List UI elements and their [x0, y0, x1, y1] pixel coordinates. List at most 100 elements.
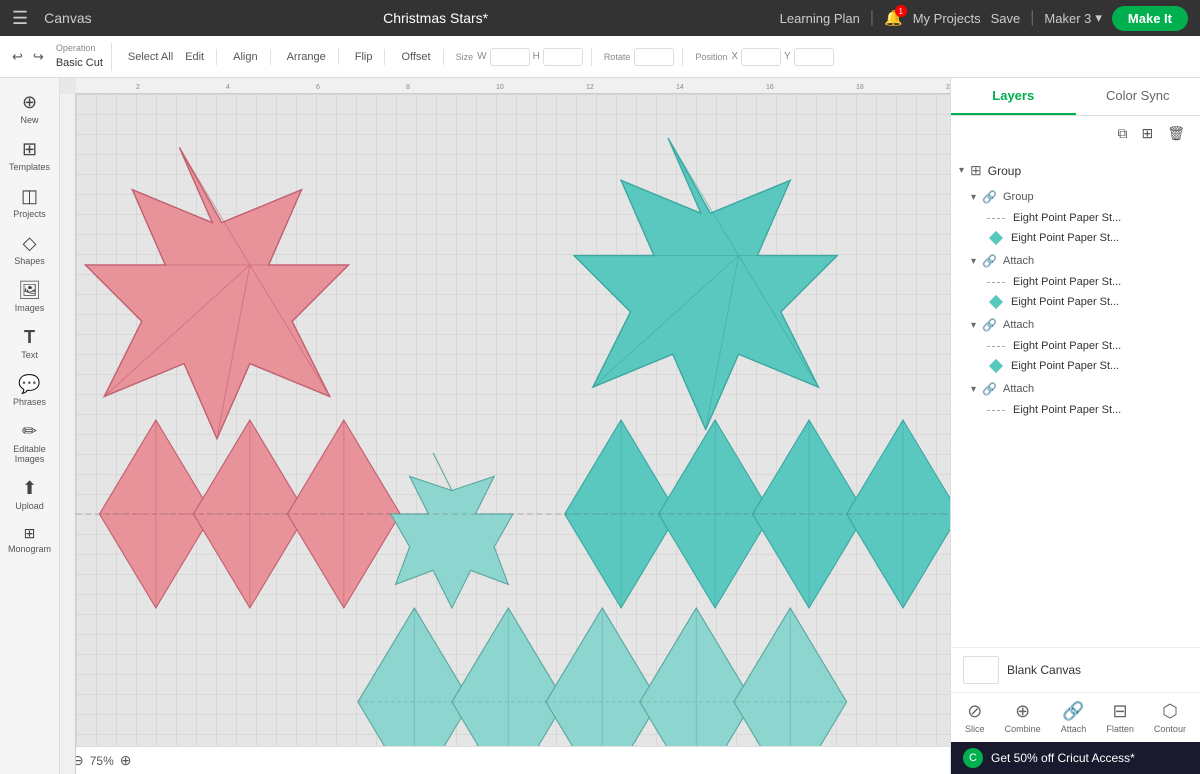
layer-item-label-2-2: Eight Point Paper St... [1011, 296, 1119, 308]
sidebar-item-shapes[interactable]: ◇ Shapes [4, 227, 56, 272]
select-all-section: Select All Edit [124, 49, 217, 65]
sidebar-item-text[interactable]: T Text [4, 321, 56, 366]
redo-button[interactable]: ↪ [29, 47, 48, 67]
align-button[interactable]: Align [229, 49, 261, 65]
layer-item-label-3-2: Eight Point Paper St... [1011, 360, 1119, 372]
sidebar-item-projects[interactable]: ◫ Projects [4, 180, 56, 225]
attach-header-4[interactable]: ▾ 🔗 Attach [951, 378, 1200, 400]
layer-item-4-1[interactable]: Eight Point Paper St... [951, 400, 1200, 420]
sidebar-item-monogram[interactable]: ⊞ Monogram [4, 519, 56, 560]
toolbar: ↩ ↪ Operation Basic Cut Select All Edit … [0, 36, 1200, 78]
ruler-top: 2 4 6 8 10 12 14 16 18 20 [76, 78, 950, 94]
tab-color-sync[interactable]: Color Sync [1076, 78, 1200, 115]
attach-header-3[interactable]: ▾ 🔗 Attach [951, 314, 1200, 336]
promo-banner[interactable]: C Get 50% off Cricut Access* [951, 742, 1200, 774]
sidebar-item-phrases[interactable]: 💬 Phrases [4, 368, 56, 413]
canvas-area: 2 4 6 8 10 12 14 16 18 20 [60, 78, 950, 774]
topbar: ☰ Canvas Christmas Stars* Learning Plan … [0, 0, 1200, 36]
rotate-input[interactable] [634, 48, 674, 66]
topbar-right: Learning Plan | 🔔 1 My Projects Save | M… [780, 6, 1188, 31]
offset-section: Offset [397, 49, 443, 65]
sidebar-item-new[interactable]: ⊕ New [4, 86, 56, 131]
sidebar-item-templates[interactable]: ⊞ Templates [4, 133, 56, 178]
flip-button[interactable]: Flip [351, 49, 377, 65]
slice-label: Slice [965, 724, 985, 734]
attach-group-2: ▾ 🔗 Attach Eight Point Paper St... Eight… [951, 250, 1200, 312]
layer-item-1-2[interactable]: Eight Point Paper St... [951, 228, 1200, 248]
offset-button[interactable]: Offset [397, 49, 434, 65]
layer-item-3-1[interactable]: Eight Point Paper St... [951, 336, 1200, 356]
slice-icon: ⊘ [967, 701, 982, 722]
size-h-input[interactable] [543, 48, 583, 66]
edit-button[interactable]: Edit [181, 49, 208, 65]
monogram-icon: ⊞ [24, 525, 36, 542]
combine-label: Combine [1005, 724, 1041, 734]
dashed-line-icon-2 [987, 282, 1005, 283]
dashed-line-icon-4 [987, 410, 1005, 411]
sidebar-item-new-label: New [20, 115, 38, 125]
operation-value: Basic Cut [56, 57, 103, 69]
notification-bell[interactable]: 🔔 1 [884, 9, 903, 27]
canvas-content[interactable] [76, 94, 950, 746]
menu-icon[interactable]: ☰ [12, 8, 28, 29]
layer-group: ▾ ⊞ Group ▾ 🔗 Group Eight Point Paper St… [951, 157, 1200, 420]
delete-layer-button[interactable]: 🗑 [1164, 122, 1188, 145]
layer-item-1-1[interactable]: Eight Point Paper St... [951, 208, 1200, 228]
position-label: Position [695, 52, 727, 62]
blank-canvas-row: Blank Canvas [951, 647, 1200, 692]
attach-group-4: ▾ 🔗 Attach Eight Point Paper St... [951, 378, 1200, 420]
arrange-button[interactable]: Arrange [283, 49, 330, 65]
main-area: ⊕ New ⊞ Templates ◫ Projects ◇ Shapes 🖼 … [0, 78, 1200, 774]
sidebar-item-upload[interactable]: ⬆ Upload [4, 472, 56, 517]
sidebar-item-images[interactable]: 🖼 Images [4, 274, 56, 319]
my-projects-link[interactable]: My Projects [913, 11, 981, 26]
undo-redo-group: ↩ ↪ [8, 47, 48, 67]
attach-header-2[interactable]: ▾ 🔗 Attach [951, 250, 1200, 272]
attach-group-3: ▾ 🔗 Attach Eight Point Paper St... Eight… [951, 314, 1200, 376]
pos-x-input[interactable] [741, 48, 781, 66]
flatten-action[interactable]: ⊟ Flatten [1106, 701, 1134, 734]
combine-action[interactable]: ⊕ Combine [1005, 701, 1041, 734]
group-label: Group [988, 164, 1021, 178]
rotate-section: Rotate [604, 48, 684, 66]
save-link[interactable]: Save [991, 11, 1021, 26]
attach-action[interactable]: 🔗 Attach [1061, 701, 1087, 734]
arrange-section: Arrange [283, 49, 339, 65]
duplicate-layer-button[interactable]: ⧉ [1114, 122, 1130, 145]
app-title: Canvas [44, 10, 91, 26]
phrases-icon: 💬 [18, 374, 40, 395]
layer-item-label-1-1: Eight Point Paper St... [1013, 212, 1121, 224]
left-sidebar: ⊕ New ⊞ Templates ◫ Projects ◇ Shapes 🖼 … [0, 78, 60, 774]
operation-section: Operation Basic Cut [56, 43, 112, 71]
sidebar-item-upload-label: Upload [15, 501, 44, 511]
align-section: Align [229, 49, 270, 65]
blank-canvas-thumbnail [963, 656, 999, 684]
make-it-button[interactable]: Make It [1112, 6, 1188, 31]
sidebar-item-templates-label: Templates [9, 162, 50, 172]
tab-layers[interactable]: Layers [951, 78, 1076, 115]
attach-chevron-3-icon: ▾ [971, 320, 976, 331]
layer-item-3-2[interactable]: Eight Point Paper St... [951, 356, 1200, 376]
select-all-button[interactable]: Select All [124, 49, 177, 65]
pos-y-input[interactable] [794, 48, 834, 66]
promo-icon: C [963, 748, 983, 768]
learning-plan-link[interactable]: Learning Plan [780, 11, 860, 26]
zoom-in-button[interactable]: ⊕ [120, 752, 132, 769]
attach-header-1[interactable]: ▾ 🔗 Group [951, 186, 1200, 208]
undo-button[interactable]: ↩ [8, 47, 27, 67]
layer-item-2-1[interactable]: Eight Point Paper St... [951, 272, 1200, 292]
sidebar-item-editable-images[interactable]: ✏ Editable Images [4, 415, 56, 470]
contour-action[interactable]: ⬡ Contour [1154, 701, 1186, 734]
layer-item-2-2[interactable]: Eight Point Paper St... [951, 292, 1200, 312]
chevron-down-icon: ▾ [1095, 10, 1102, 26]
layer-item-label-2-1: Eight Point Paper St... [1013, 276, 1121, 288]
size-w-input[interactable] [490, 48, 530, 66]
slice-action[interactable]: ⊘ Slice [965, 701, 985, 734]
machine-selector[interactable]: Maker 3 ▾ [1044, 10, 1102, 26]
contour-icon: ⬡ [1162, 701, 1178, 722]
ruler-mark-10: 10 [496, 84, 504, 91]
attach-link-4-icon: 🔗 [982, 382, 997, 396]
group-layer-button[interactable]: ⊞ [1138, 122, 1156, 145]
layer-group-header[interactable]: ▾ ⊞ Group [951, 157, 1200, 184]
attach-chevron-1-icon: ▾ [971, 192, 976, 203]
